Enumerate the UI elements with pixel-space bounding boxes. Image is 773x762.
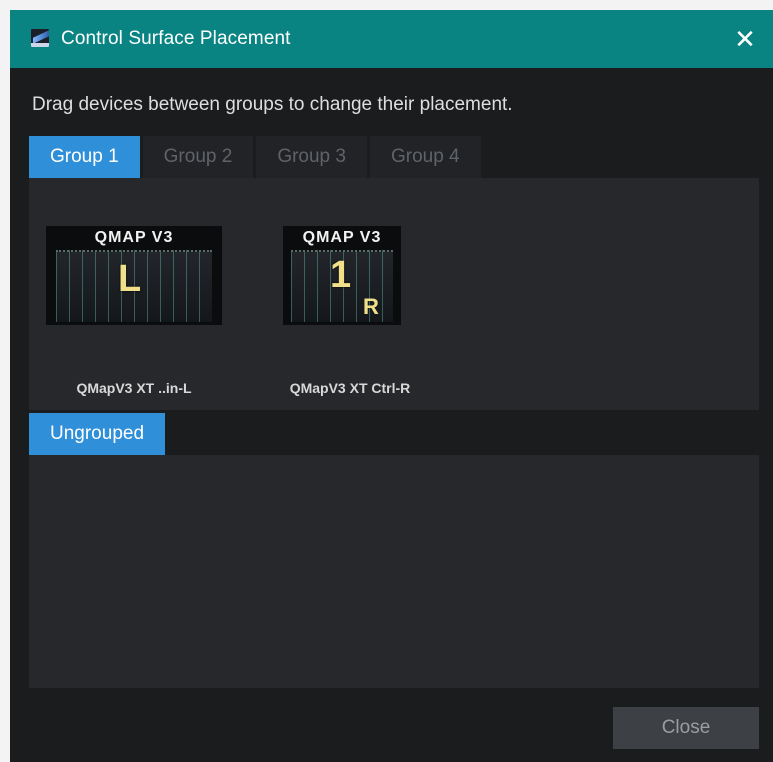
device-brand: QMAP V3: [302, 229, 382, 246]
tab-ungrouped[interactable]: Ungrouped: [29, 413, 166, 455]
device-label: QMapV3 XT ..in-L: [76, 380, 192, 396]
tab-group-4[interactable]: Group 4: [369, 136, 481, 178]
title-bar[interactable]: Control Surface Placement ✕: [10, 10, 773, 68]
tab-group-1[interactable]: Group 1: [29, 136, 140, 178]
device-card-left[interactable]: QMAP V3 L QMapV3 XT ..in-L: [46, 226, 222, 396]
tab-group-3[interactable]: Group 3: [256, 136, 367, 178]
device-mark: L: [118, 258, 142, 300]
device-thumbnail: QMAP V3 1 R: [283, 226, 401, 325]
tab-group-2[interactable]: Group 2: [142, 136, 254, 178]
device-label: QMapV3 XT Ctrl-R: [289, 380, 411, 396]
device-mark-secondary: R: [363, 294, 379, 319]
instructions-text: Drag devices between groups to change th…: [32, 94, 513, 115]
device-mark: 1: [330, 254, 352, 296]
close-button[interactable]: Close: [613, 707, 759, 749]
device-thumbnail: QMAP V3 L: [46, 226, 222, 325]
window-title: Control Surface Placement: [61, 28, 291, 49]
dialog-window: Control Surface Placement ✕ Drag devices…: [10, 10, 773, 762]
app-icon: [31, 29, 49, 47]
device-card-right[interactable]: QMAP V3 1 R QMapV3 XT Ctrl-R: [247, 226, 423, 396]
group-panel: QMAP V3 L QMapV3 XT ..in-L QMAP V3 1 R Q…: [29, 178, 759, 410]
device-brand: QMAP V3: [94, 229, 174, 246]
ungrouped-panel: [29, 455, 759, 688]
group-tabs: Group 1 Group 2 Group 3 Group 4: [29, 136, 484, 178]
close-icon[interactable]: ✕: [717, 10, 773, 68]
